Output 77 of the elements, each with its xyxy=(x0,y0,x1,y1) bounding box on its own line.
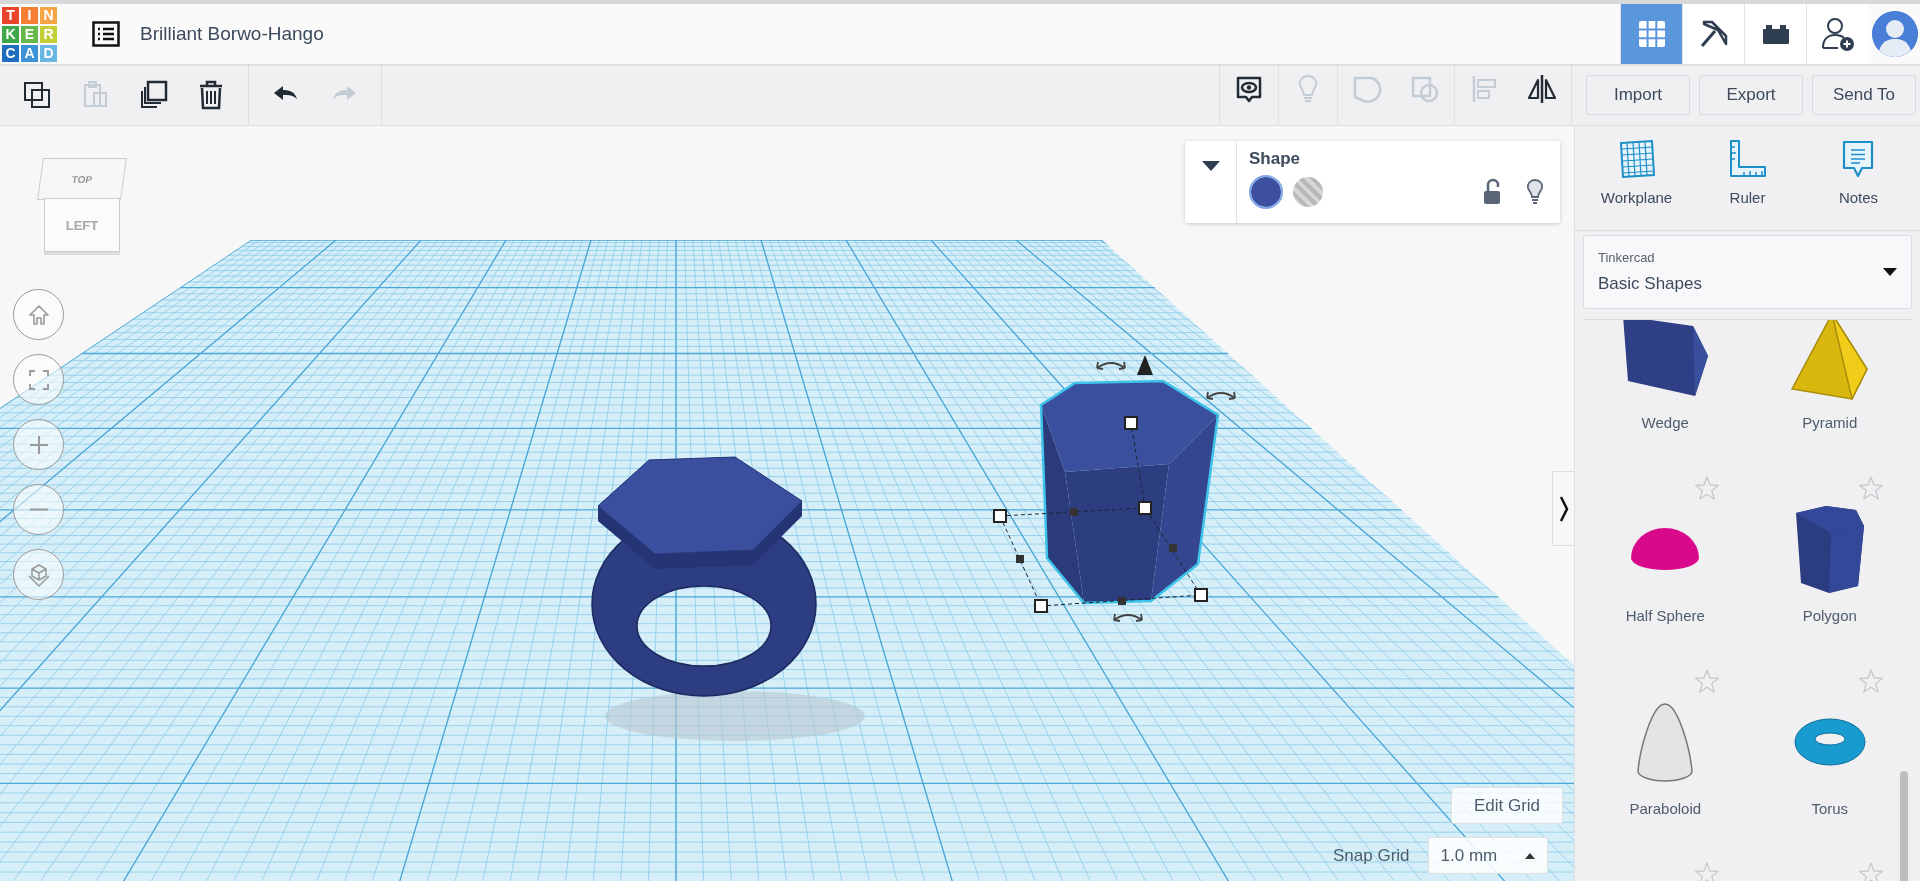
snap-grid-select[interactable]: 1.0 mm xyxy=(1427,837,1548,874)
menu-icon[interactable] xyxy=(92,21,120,47)
shape-library-dropdown[interactable]: Tinkercad Basic Shapes xyxy=(1583,235,1912,309)
height-handle-icon[interactable] xyxy=(1137,355,1153,375)
half-sphere-shape-icon xyxy=(1631,528,1700,570)
edge-handle[interactable] xyxy=(1070,508,1078,516)
add-user-button[interactable] xyxy=(1806,4,1868,64)
edge-handle[interactable] xyxy=(1016,555,1024,563)
fit-view-icon xyxy=(26,367,51,392)
edge-handle[interactable] xyxy=(1118,597,1126,605)
action-button[interactable]: Import xyxy=(1586,74,1690,115)
cube-arrow-icon xyxy=(25,561,52,588)
logo-letter: D xyxy=(40,44,57,62)
notes-tool-button[interactable]: Notes xyxy=(1808,126,1909,230)
resize-handle[interactable] xyxy=(1124,416,1138,430)
favorite-star-icon[interactable] xyxy=(1693,475,1720,501)
resize-handle[interactable] xyxy=(1138,501,1152,515)
home-icon xyxy=(26,302,51,327)
logo-letter: C xyxy=(2,44,19,62)
home-view-button[interactable] xyxy=(13,289,64,340)
resize-handle[interactable] xyxy=(1194,588,1208,602)
rotate-arrow-icon[interactable] xyxy=(1206,391,1236,400)
action-button[interactable]: Send To xyxy=(1812,74,1916,115)
caret-icon xyxy=(1201,161,1220,171)
shape-label[interactable]: Polygon xyxy=(1802,607,1857,624)
scrollbar-thumb[interactable] xyxy=(1900,771,1908,881)
zoom-in-button[interactable] xyxy=(13,419,64,470)
orthographic-view-button[interactable] xyxy=(13,549,64,600)
shape-label[interactable]: Half Sphere xyxy=(1625,607,1705,624)
snap-grid-label: Snap Grid xyxy=(1333,845,1410,866)
shape-label[interactable]: Torus xyxy=(1811,800,1849,817)
polygon-shape-drawing[interactable] xyxy=(1039,379,1220,605)
favorite-star-icon[interactable] xyxy=(1693,668,1720,694)
project-title[interactable]: Brilliant Borwo-Hango xyxy=(140,23,324,45)
shape-label[interactable]: Pyramid xyxy=(1802,414,1858,431)
favorite-star-icon[interactable] xyxy=(1858,668,1884,694)
logo-letter: R xyxy=(40,25,57,43)
shape-label[interactable]: Wedge xyxy=(1641,414,1689,431)
workplane-tool-button[interactable]: Workplane xyxy=(1586,126,1687,230)
pyramid-shape-icon xyxy=(1791,320,1869,400)
favorite-star-icon[interactable] xyxy=(1858,475,1884,501)
avatar-icon[interactable] xyxy=(1872,11,1918,57)
resize-handle[interactable] xyxy=(1034,599,1048,613)
expand-sidebar-handle[interactable] xyxy=(1552,471,1574,546)
library-category: Basic Shapes xyxy=(1598,274,1703,294)
pickaxe-view-button[interactable] xyxy=(1682,4,1744,64)
shape-label[interactable]: Paraboloid xyxy=(1629,800,1702,817)
ruler-tool-button[interactable]: Ruler xyxy=(1697,126,1798,230)
library-source-label: Tinkercad xyxy=(1598,250,1656,265)
mirror-icon xyxy=(1526,73,1558,105)
edge-handle[interactable] xyxy=(1169,544,1177,552)
panel-title: Shape xyxy=(1249,149,1302,169)
add-user-icon xyxy=(1819,16,1856,52)
logo-letter: K xyxy=(2,25,19,43)
minus-icon xyxy=(28,508,49,511)
caret-icon xyxy=(1524,852,1535,859)
favorite-star-icon[interactable] xyxy=(1858,861,1884,881)
chevron-icon xyxy=(1558,494,1569,523)
polygon-shape-icon xyxy=(1795,505,1864,593)
caret-icon xyxy=(1883,268,1897,276)
rotate-arrow-icon[interactable] xyxy=(1113,613,1143,622)
wedge-shape-icon xyxy=(1622,320,1708,396)
logo-letter: N xyxy=(40,6,57,24)
solid-color-swatch[interactable] xyxy=(1249,175,1283,209)
resize-handle[interactable] xyxy=(993,509,1007,523)
action-button[interactable]: Export xyxy=(1699,74,1803,115)
rotate-arrow-icon[interactable] xyxy=(1096,361,1126,370)
logo-letter: I xyxy=(21,6,38,24)
logo-letter: T xyxy=(2,6,19,24)
brick-view-button[interactable] xyxy=(1744,4,1806,64)
edit-grid-button[interactable]: Edit Grid xyxy=(1451,787,1563,824)
paraboloid-shape-icon xyxy=(1637,702,1694,782)
torus-shape-icon xyxy=(1793,718,1866,766)
favorite-star-icon[interactable] xyxy=(1693,861,1720,881)
logo-letter: A xyxy=(21,44,38,62)
fit-view-button[interactable] xyxy=(13,354,64,405)
logo-letter: E xyxy=(21,25,38,43)
